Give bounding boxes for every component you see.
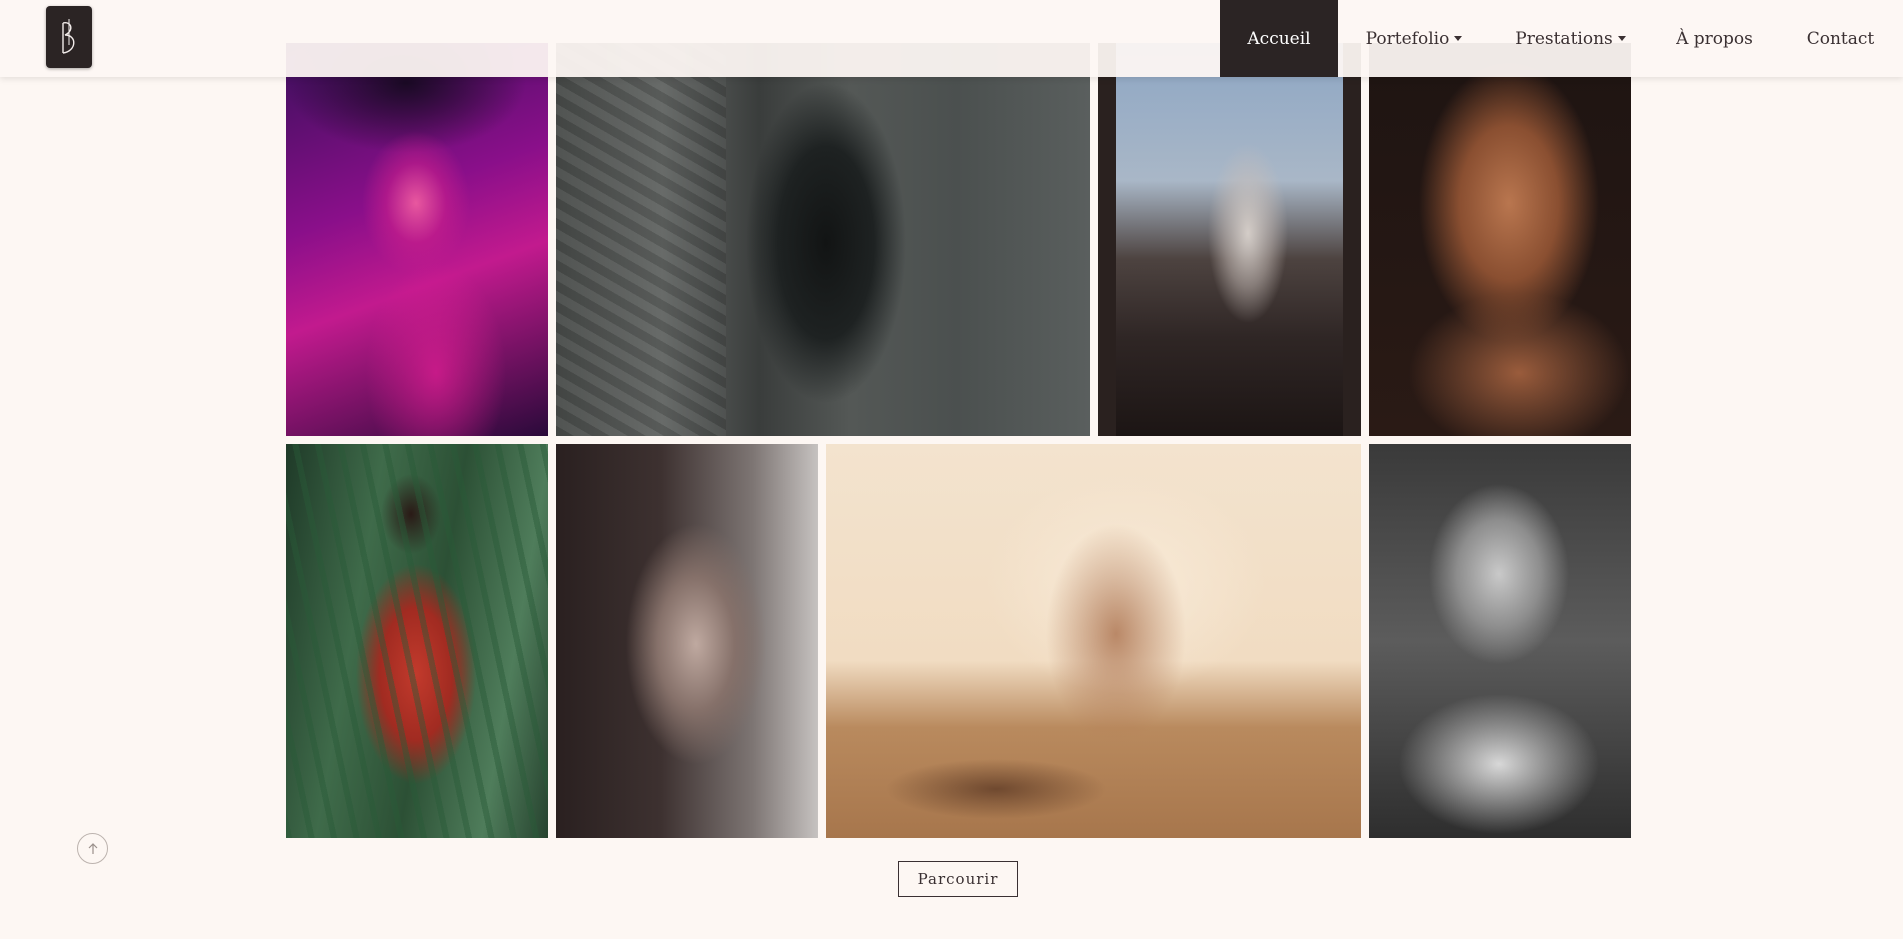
caret-down-icon: [1454, 36, 1463, 41]
caret-down-icon: [1617, 36, 1626, 41]
nav-label: Contact: [1806, 28, 1875, 49]
nav-label: Prestations: [1515, 28, 1613, 49]
scroll-top-button[interactable]: [77, 833, 108, 864]
nav-label: Accueil: [1247, 28, 1311, 49]
nav-item-prestations[interactable]: Prestations: [1490, 0, 1651, 77]
photo-bw-portrait-lace[interactable]: [1369, 444, 1631, 838]
site-header: Accueil Portefolio Prestations À propos …: [0, 0, 1903, 77]
monogram-logo-icon[interactable]: [46, 6, 92, 68]
photo-woman-legs-raised-floor[interactable]: [826, 444, 1361, 838]
photo-magenta-hat-portrait[interactable]: [286, 43, 548, 436]
photo-woman-seated-window[interactable]: [1098, 43, 1361, 436]
nav-item-portefolio[interactable]: Portefolio: [1338, 0, 1490, 77]
photo-man-leaning-stone-wall[interactable]: [556, 43, 1090, 436]
nav-item-a-propos[interactable]: À propos: [1651, 0, 1778, 77]
photo-woman-kneeling-sofa[interactable]: [556, 444, 818, 838]
photo-closeup-portrait[interactable]: [1369, 43, 1631, 436]
nav-item-accueil[interactable]: Accueil: [1220, 0, 1338, 77]
nav-label: À propos: [1676, 28, 1753, 49]
photo-woman-red-dress-reeds[interactable]: [286, 444, 548, 838]
arrow-up-icon: [88, 842, 97, 854]
nav-label: Portefolio: [1365, 28, 1450, 49]
nav-item-contact[interactable]: Contact: [1778, 0, 1903, 77]
main-nav: Accueil Portefolio Prestations À propos …: [1220, 0, 1903, 77]
browse-button[interactable]: Parcourir: [898, 861, 1018, 897]
